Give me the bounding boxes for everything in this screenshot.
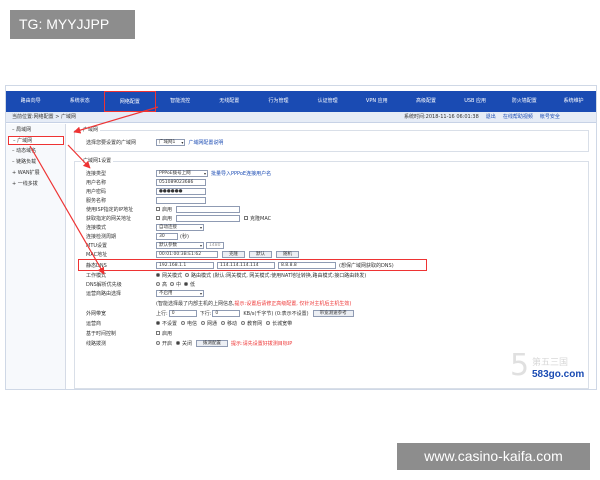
mac-default-button[interactable]: 默认 — [249, 250, 272, 258]
nav-item-flow[interactable]: 智能流控 — [156, 91, 205, 112]
watermark-logo: 5 第五三国 583go.com — [510, 348, 585, 383]
download-bandwidth-input[interactable]: 0 — [212, 309, 241, 317]
service-input[interactable] — [156, 196, 206, 204]
bandwidth-test-button[interactable]: 带宽测速参考 — [312, 309, 354, 317]
nav-item-advanced[interactable]: 高级配置 — [401, 91, 450, 112]
help-video-link[interactable]: 在线帮助视频 — [503, 112, 533, 123]
nav-item-vpn[interactable]: VPN 应用 — [352, 91, 401, 112]
mtu-input[interactable]: 1480 — [206, 241, 224, 249]
operator-mobile-radio[interactable] — [221, 321, 226, 325]
bandwidth-row: 外网带宽 上行: 0 下行: 0 KB/s(千字节) (0:表示不设置) 带宽测… — [86, 309, 354, 317]
router-admin-window: 路由向导 系统状态 网络配置 智能流控 无线配置 行为管理 认证管理 VPN 应… — [5, 85, 597, 390]
pppoe-import-link[interactable]: 批量导入PPPoE连接用户名 — [211, 170, 271, 177]
sidebar-item-wan-ext[interactable]: + WAN扩展 — [8, 169, 64, 178]
wan1-legend: 广域网1设置 — [81, 157, 114, 164]
gateway-mode-radio[interactable] — [156, 273, 160, 277]
dns-priority-row: DNS解析优先级 高 中 低 — [86, 281, 196, 288]
gateway-row: 获取指定的网关地址 启用 克隆MAC — [86, 214, 272, 222]
timed-checkbox[interactable] — [156, 331, 160, 335]
sidebar-item-ddns[interactable]: – 动态域名 — [8, 147, 64, 156]
clone-mac-checkbox[interactable] — [244, 216, 248, 220]
operator-none-radio[interactable] — [156, 321, 160, 325]
breadcrumb: 当前位置:网络配置 > 广域网 — [12, 114, 77, 120]
sidebar-item-multidial[interactable]: + 一线多拨 — [8, 180, 64, 189]
conn-mode-row: 连接模式 自动连接 — [86, 223, 204, 231]
password-row: 用户密码 ●●●●●● — [86, 187, 206, 195]
autodial-off-radio[interactable] — [176, 341, 181, 345]
isp-ip-input[interactable] — [176, 205, 240, 213]
mac-row: MAC地址 00:01:00:3B:E1:62 克隆 默认 随机 — [86, 250, 299, 258]
work-mode-row: 工作模式 网关模式 路由模式 (默认:网关模式, 网关模式:使用NAT地址转换,… — [86, 272, 367, 279]
conn-type-row: 连接类型 PPPoE拨号上网 批量导入PPPoE连接用户名 — [86, 169, 271, 177]
mac-input[interactable]: 00:01:00:3B:E1:62 — [156, 250, 218, 258]
username-row: 用户名称 051089023686 — [86, 178, 206, 186]
isp-note-row: (智能选择最了内部主机的上网信息, 提示:设置后请修正高级配置, 仅针对主机后主… — [156, 300, 352, 307]
mac-random-button[interactable]: 随机 — [276, 250, 299, 258]
dns-priority-high-radio[interactable] — [156, 282, 160, 286]
nav-item-maintenance[interactable]: 系统维护 — [549, 91, 596, 112]
nav-item-network[interactable]: 网络配置 — [104, 91, 156, 112]
interval-row: 连接检测周期 30 (秒) — [86, 232, 189, 240]
nav-item-auth[interactable]: 认证管理 — [303, 91, 352, 112]
nav-item-firewall[interactable]: 防火墙配置 — [500, 91, 549, 112]
interval-input[interactable]: 30 — [156, 232, 178, 240]
isp-route-select[interactable]: 不启用 — [156, 289, 204, 297]
account-security-link[interactable]: 帐号安全 — [540, 112, 560, 123]
upload-bandwidth-input[interactable]: 0 — [168, 309, 197, 317]
isp-ip-row: 使用ISP指定的IP地址 启用 — [86, 205, 240, 213]
sidebar-item-lan[interactable]: – 局域网 — [8, 126, 64, 135]
nav-item-wireless[interactable]: 无线配置 — [205, 91, 254, 112]
conn-type-select[interactable]: PPPoE拨号上网 — [156, 169, 208, 177]
dns-priority-mid-radio[interactable] — [170, 282, 175, 286]
sidebar-item-wan[interactable]: – 广域网 — [8, 136, 64, 145]
nav-item-behavior[interactable]: 行为管理 — [254, 91, 303, 112]
isp-route-row: 运营商路由选择 不启用 — [86, 289, 204, 297]
autodial-row: 线路拨测 开启 关闭 拨测配置 提示:请先设置好拨测目标IP — [86, 339, 293, 347]
operator-gwbn-radio[interactable] — [266, 321, 271, 325]
mtu-row: MTU设置 默认参数 1480 — [86, 241, 224, 249]
sidebar: – 局域网 – 广域网 – 动态域名 – 链路负载 + WAN扩展 + 一线多拨 — [6, 124, 66, 389]
timed-row: 基于时间控制 启用 — [86, 330, 173, 337]
wan-select-legend: 广域网 — [81, 126, 101, 133]
mtu-select[interactable]: 默认参数 — [156, 241, 204, 249]
password-input[interactable]: ●●●●●● — [156, 187, 206, 195]
logout-link[interactable]: 退出 — [486, 112, 496, 123]
wan-select-dropdown[interactable]: 广域网1 — [156, 138, 186, 146]
operator-netcom-radio[interactable] — [201, 321, 206, 325]
username-input[interactable]: 051089023686 — [156, 178, 206, 186]
operator-edu-radio[interactable] — [241, 321, 246, 325]
isp-ip-checkbox[interactable] — [156, 207, 160, 211]
wan-config-help-link[interactable]: 广域网配置说明 — [188, 139, 223, 146]
system-time: 系统时间:2018-11-16 06:01:38 — [404, 114, 479, 120]
operator-row: 运营商 不设置 电信 网通 移动 教育网 长城宽带 — [86, 320, 293, 327]
gateway-input[interactable] — [176, 214, 240, 222]
nav-item-usb[interactable]: USB 应用 — [451, 91, 500, 112]
conn-mode-select[interactable]: 自动连接 — [156, 223, 204, 231]
wan-select-row: 选择您要设置的广域网 广域网1 广域网配置说明 — [86, 138, 223, 146]
operator-telecom-radio[interactable] — [181, 321, 186, 325]
mac-clone-button[interactable]: 克隆 — [222, 250, 245, 258]
top-nav: 路由向导 系统状态 网络配置 智能流控 无线配置 行为管理 认证管理 VPN 应… — [6, 91, 596, 112]
route-mode-radio[interactable] — [185, 273, 190, 277]
dns-priority-low-radio[interactable] — [184, 282, 189, 286]
service-row: 服务名称 — [86, 196, 206, 204]
dns-highlight-box — [78, 259, 427, 271]
site-label: www.casino-kaifa.com — [397, 443, 590, 470]
nav-item-wizard[interactable]: 路由向导 — [6, 91, 55, 112]
autodial-on-radio[interactable] — [156, 341, 160, 345]
wan-select-label: 选择您要设置的广域网 — [86, 139, 137, 146]
sidebar-item-load[interactable]: – 链路负载 — [8, 158, 64, 167]
gateway-checkbox[interactable] — [156, 216, 160, 220]
autodial-config-button[interactable]: 拨测配置 — [196, 339, 229, 347]
main-panel: 广域网 选择您要设置的广域网 广域网1 广域网配置说明 广域网1设置 连接类型 … — [69, 124, 596, 389]
tag-label: TG: MYYJJPP — [10, 10, 135, 39]
nav-item-status[interactable]: 系统状态 — [55, 91, 104, 112]
info-bar: 当前位置:网络配置 > 广域网 系统时间:2018-11-16 06:01:38… — [6, 112, 596, 123]
